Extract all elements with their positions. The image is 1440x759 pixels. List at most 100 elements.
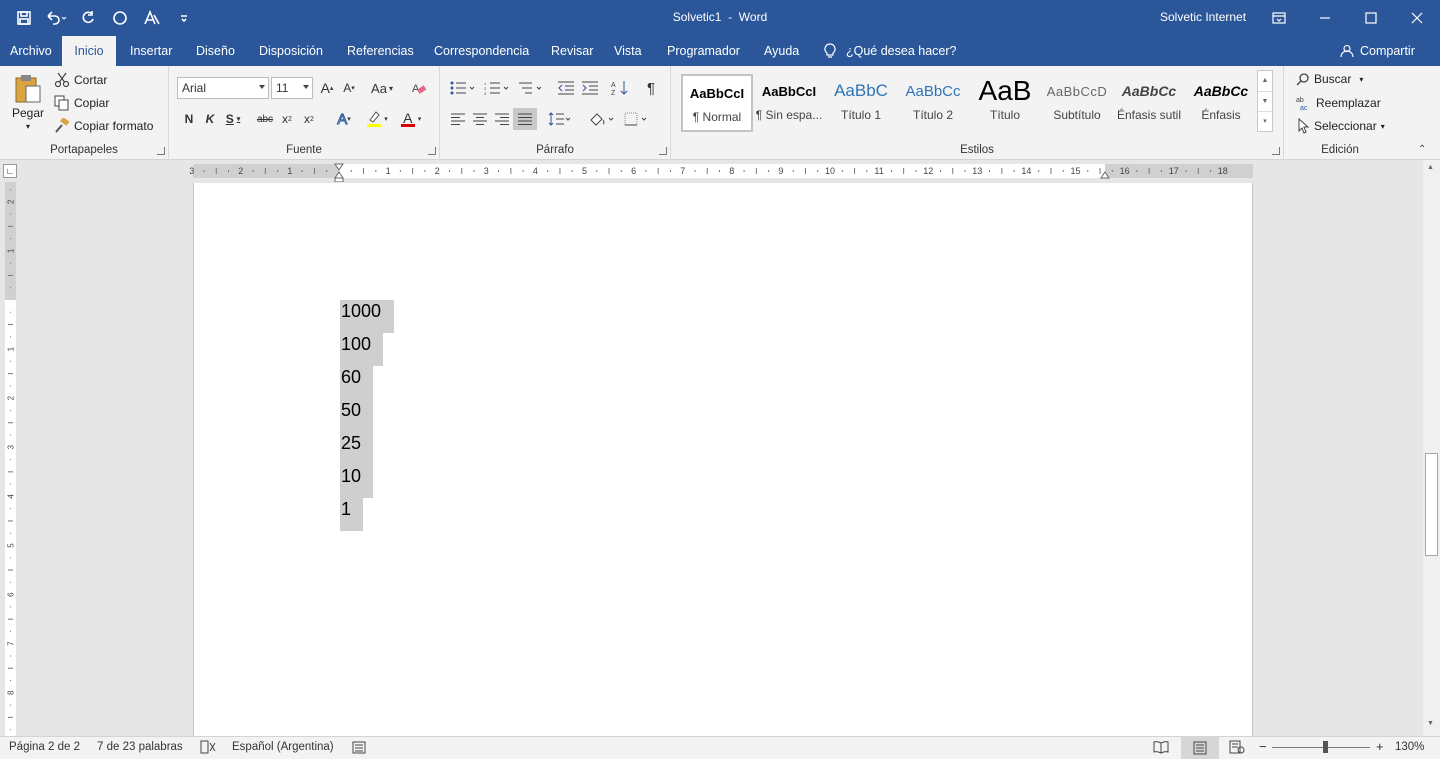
- zoom-slider-thumb[interactable]: [1322, 741, 1328, 753]
- copy-button[interactable]: Copiar: [54, 95, 109, 111]
- tab-archivo[interactable]: Archivo: [2, 36, 60, 66]
- scroll-up-icon[interactable]: ▲: [1258, 71, 1272, 91]
- proofing-icon[interactable]: [200, 740, 216, 757]
- paste-button[interactable]: Pegar ▾: [12, 72, 44, 131]
- doc-line-6[interactable]: 10: [340, 465, 373, 498]
- scroll-up-arrow-icon[interactable]: ▲: [1427, 164, 1434, 171]
- vertical-scrollbar[interactable]: ▲ ▼: [1423, 160, 1440, 736]
- shrink-font-button[interactable]: A ▾: [339, 78, 359, 98]
- scrollbar-thumb[interactable]: [1425, 453, 1438, 556]
- share-button[interactable]: Compartir: [1340, 36, 1415, 66]
- borders-icon[interactable]: [622, 109, 652, 129]
- group-styles: AaBbCcI ¶ Normal AaBbCcI ¶ Sin espa... A…: [671, 66, 1284, 160]
- more-styles-icon[interactable]: ▾: [1258, 111, 1272, 131]
- doc-line-1[interactable]: 1000: [340, 300, 394, 333]
- zoom-slider[interactable]: [1272, 747, 1370, 748]
- style-subtitulo[interactable]: AaBbCcD Subtítulo: [1041, 74, 1113, 132]
- italic-button[interactable]: K: [200, 109, 220, 129]
- font-color-button[interactable]: A ▾: [397, 109, 425, 129]
- doc-line-5[interactable]: 25: [340, 432, 373, 465]
- font-family-select[interactable]: Arial: [177, 77, 269, 99]
- account-name[interactable]: Solvetic Internet: [1160, 10, 1246, 24]
- tab-inicio[interactable]: Inicio: [62, 36, 116, 66]
- scroll-down-icon[interactable]: ▼: [1258, 91, 1272, 111]
- shading-icon[interactable]: [586, 109, 618, 129]
- tab-revisar[interactable]: Revisar: [543, 36, 601, 66]
- web-layout-icon[interactable]: [1229, 740, 1245, 757]
- style-enfasis-sutil[interactable]: AaBbCc Énfasis sutil: [1113, 74, 1185, 132]
- grow-font-button[interactable]: A ▴: [317, 78, 337, 98]
- sort-icon[interactable]: AZ: [610, 78, 630, 98]
- read-mode-icon[interactable]: [1153, 740, 1169, 757]
- styles-launcher-icon[interactable]: [1272, 147, 1280, 155]
- select-button[interactable]: Seleccionar ▾: [1296, 118, 1385, 134]
- zoom-out-button[interactable]: −: [1259, 739, 1267, 754]
- style-normal[interactable]: AaBbCcI ¶ Normal: [681, 74, 753, 132]
- align-center-icon[interactable]: [470, 109, 490, 129]
- find-button[interactable]: Buscar ▾: [1296, 72, 1363, 86]
- text-effects-button[interactable]: A ▾: [331, 109, 357, 129]
- format-painter-button[interactable]: Copiar formato: [54, 118, 153, 134]
- strikethrough-button[interactable]: abc: [254, 109, 276, 129]
- doc-line-2[interactable]: 100: [340, 333, 383, 366]
- page-count[interactable]: Página 2 de 2: [9, 741, 80, 753]
- tab-ayuda[interactable]: Ayuda: [756, 36, 807, 66]
- justify-icon[interactable]: [513, 108, 537, 130]
- zoom-level[interactable]: 130%: [1395, 741, 1424, 753]
- style-enfasis[interactable]: AaBbCc Énfasis: [1185, 74, 1257, 132]
- tab-correspondencia[interactable]: Correspondencia: [426, 36, 537, 66]
- replace-button[interactable]: ab ac Reemplazar: [1296, 95, 1381, 111]
- scroll-down-arrow-icon[interactable]: ▼: [1427, 720, 1434, 727]
- clipboard-launcher-icon[interactable]: [157, 147, 165, 155]
- cut-button[interactable]: Cortar: [54, 72, 107, 88]
- align-right-icon[interactable]: [492, 109, 512, 129]
- underline-button[interactable]: S ▾: [223, 109, 243, 129]
- superscript-button[interactable]: x2: [299, 109, 319, 129]
- ribbon-display-icon[interactable]: [1256, 0, 1302, 36]
- macro-recording-icon[interactable]: [352, 741, 366, 757]
- bold-button[interactable]: N: [179, 109, 199, 129]
- clear-formatting-icon[interactable]: A: [409, 78, 429, 98]
- bullets-icon[interactable]: [448, 78, 478, 98]
- subscript-button[interactable]: x2: [277, 109, 297, 129]
- close-icon[interactable]: [1394, 0, 1440, 36]
- print-layout-icon[interactable]: [1181, 737, 1219, 759]
- highlight-icon[interactable]: ▾: [364, 109, 390, 129]
- show-marks-icon[interactable]: ¶: [641, 78, 661, 98]
- word-count[interactable]: 7 de 23 palabras: [97, 741, 183, 753]
- styles-gallery-scroll[interactable]: ▲ ▼ ▾: [1257, 70, 1273, 132]
- increase-indent-icon[interactable]: [580, 78, 600, 98]
- style-titulo[interactable]: AaB Título: [969, 74, 1041, 132]
- style-titulo-1[interactable]: AaBbC Título 1: [825, 74, 897, 132]
- language[interactable]: Español (Argentina): [232, 741, 334, 753]
- tab-diseno[interactable]: Diseño: [188, 36, 243, 66]
- style-sin-espaciado[interactable]: AaBbCcI ¶ Sin espa...: [753, 74, 825, 132]
- font-size-select[interactable]: 11: [271, 77, 313, 99]
- paragraph-launcher-icon[interactable]: [659, 147, 667, 155]
- doc-line-3[interactable]: 60: [340, 366, 373, 399]
- multilevel-list-icon[interactable]: [516, 78, 546, 98]
- align-left-icon[interactable]: [448, 109, 468, 129]
- font-group-label: Fuente: [286, 144, 322, 156]
- tab-referencias[interactable]: Referencias: [339, 36, 422, 66]
- style-titulo-2[interactable]: AaBbCc Título 2: [897, 74, 969, 132]
- decrease-indent-icon[interactable]: [556, 78, 576, 98]
- horizontal-ruler[interactable]: ∟ 3 2 1 1 2 3 4 5 6 7 8 9 10 11 12 13 14 15 16 17 18: [0, 160, 1440, 182]
- document-page[interactable]: 1000 100 60 50 25 10 1: [193, 183, 1253, 736]
- collapse-ribbon-icon[interactable]: ⌃: [1418, 144, 1426, 155]
- tab-disposicion[interactable]: Disposición: [251, 36, 331, 66]
- doc-line-4[interactable]: 50: [340, 399, 373, 432]
- font-launcher-icon[interactable]: [428, 147, 436, 155]
- doc-line-7[interactable]: 1: [340, 498, 363, 531]
- tab-programador[interactable]: Programador: [659, 36, 748, 66]
- tab-vista[interactable]: Vista: [606, 36, 650, 66]
- maximize-icon[interactable]: [1348, 0, 1394, 36]
- tell-me-box[interactable]: ¿Qué desea hacer?: [824, 36, 957, 66]
- vertical-ruler[interactable]: 2 1 1 2 3 4 5 6 7 8: [0, 182, 20, 736]
- tab-insertar[interactable]: Insertar: [122, 36, 180, 66]
- change-case-button[interactable]: Aa ▾: [367, 78, 397, 98]
- minimize-icon[interactable]: [1302, 0, 1348, 36]
- numbering-icon[interactable]: 123: [482, 78, 512, 98]
- line-spacing-icon[interactable]: [546, 109, 574, 129]
- zoom-in-button[interactable]: +: [1376, 739, 1384, 754]
